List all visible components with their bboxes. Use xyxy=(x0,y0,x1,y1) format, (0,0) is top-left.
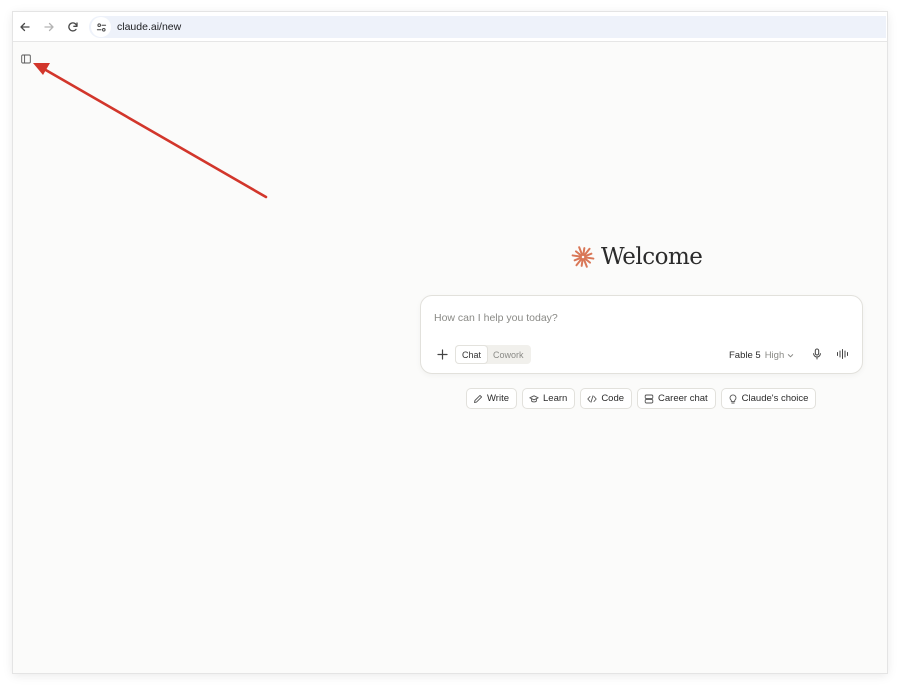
spark-ray xyxy=(582,247,586,256)
address-bar[interactable]: claude.ai/new xyxy=(89,16,886,38)
mode-chat-button[interactable]: Chat xyxy=(456,346,488,363)
briefcase-icon xyxy=(644,394,654,404)
reload-button[interactable] xyxy=(62,16,84,38)
model-name: Fable 5 xyxy=(729,349,761,361)
site-settings-icon xyxy=(96,22,106,32)
voice-mode-button[interactable] xyxy=(834,346,852,362)
model-selector[interactable]: Fable 5 High xyxy=(729,346,794,364)
microphone-icon xyxy=(813,348,821,360)
voice-waveform-icon xyxy=(837,349,848,359)
chip-label: Career chat xyxy=(658,393,708,404)
browser-window: claude.ai/new Welcome Chat Cowork Fable … xyxy=(13,12,887,673)
spark-ray xyxy=(584,256,595,260)
plus-icon xyxy=(436,348,448,360)
suggestion-chips: Write Learn Code Career chat Claude's ch… xyxy=(466,388,817,409)
sidebar-toggle-icon xyxy=(21,54,31,64)
chip-label: Learn xyxy=(543,393,568,404)
url-text[interactable]: claude.ai/new xyxy=(117,21,181,33)
code-icon xyxy=(587,394,597,404)
claude-spark-icon xyxy=(571,246,595,268)
greeting-text: Welcome xyxy=(601,244,703,270)
spark-ray xyxy=(571,254,582,258)
forward-button[interactable] xyxy=(38,16,60,38)
chevron-down-icon xyxy=(787,352,794,359)
add-attachment-button[interactable] xyxy=(434,346,450,362)
chip-learn[interactable]: Learn xyxy=(522,388,576,409)
browser-toolbar: claude.ai/new xyxy=(13,12,887,42)
chip-claudes-choice[interactable]: Claude's choice xyxy=(720,388,817,409)
chip-label: Claude's choice xyxy=(741,393,809,404)
site-info-button[interactable] xyxy=(91,17,111,37)
lightbulb-icon xyxy=(728,394,738,404)
dictation-button[interactable] xyxy=(809,346,825,362)
chip-label: Write xyxy=(487,393,509,404)
arrow-left-icon xyxy=(20,22,30,31)
chip-label: Code xyxy=(601,393,625,404)
mode-cowork-button[interactable]: Cowork xyxy=(487,346,530,363)
chat-composer: Chat Cowork Fable 5 High xyxy=(420,295,863,374)
arrow-right-icon xyxy=(44,22,54,31)
mode-toggle: Chat Cowork xyxy=(455,345,531,364)
reload-icon xyxy=(68,21,78,32)
model-effort: High xyxy=(764,349,785,361)
graduation-cap-icon xyxy=(529,394,539,404)
prompt-input[interactable] xyxy=(434,309,834,327)
back-button[interactable] xyxy=(14,16,36,38)
spark-ray xyxy=(580,258,584,267)
chip-write[interactable]: Write xyxy=(466,388,517,409)
chip-career-chat[interactable]: Career chat xyxy=(637,388,716,409)
pencil-icon xyxy=(473,394,483,404)
chip-code[interactable]: Code xyxy=(580,388,633,409)
sidebar-toggle-button[interactable] xyxy=(19,52,33,66)
welcome-heading: Welcome xyxy=(571,240,703,274)
